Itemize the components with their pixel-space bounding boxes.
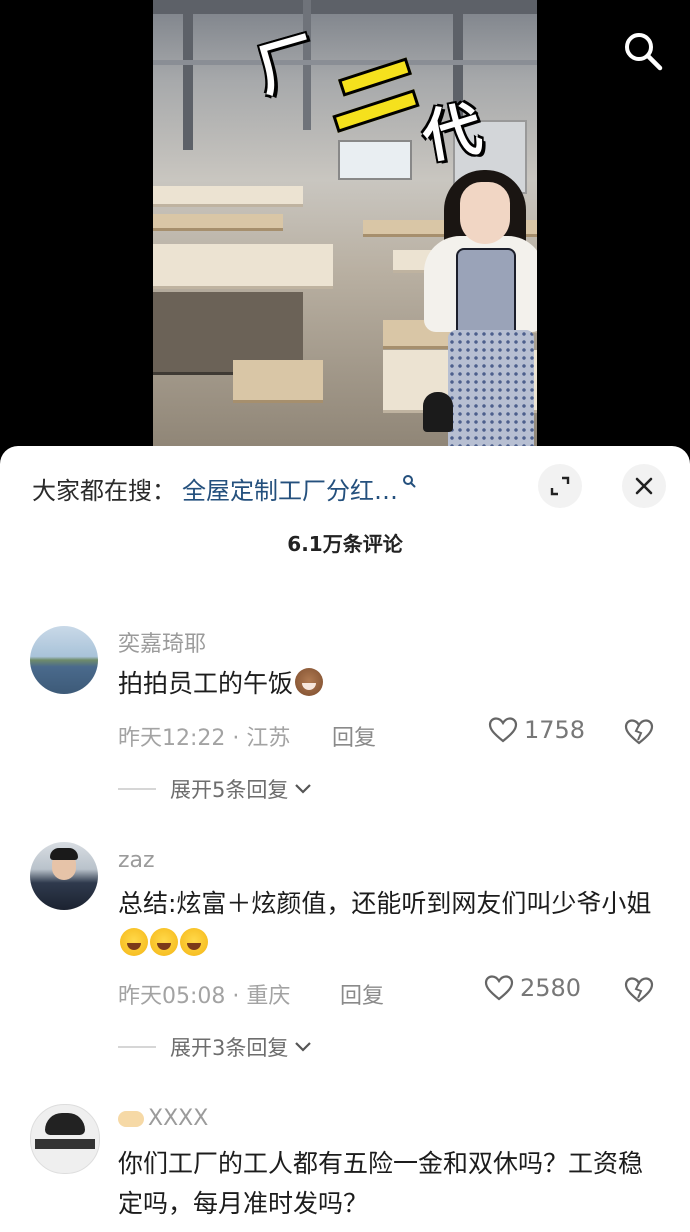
- heart-icon: [484, 975, 514, 1001]
- comment-item: XXXX 你们工厂的工人都有五险一金和双休吗？工资稳定吗，每月准时发吗？: [0, 1100, 690, 1232]
- comment-username[interactable]: 奕嘉琦耶: [118, 626, 206, 658]
- comment-username-text: XXXX: [148, 1106, 209, 1131]
- like-button[interactable]: 1758: [488, 716, 585, 744]
- search-icon: [625, 33, 663, 71]
- comment-meta: 昨天12:22 · 江苏: [118, 726, 291, 751]
- comment-sheet: 大家都在搜： 全屋定制工厂分红… 6.1万条评论 奕嘉琦耶 拍拍员工的午饭 昨天…: [0, 446, 690, 1232]
- comment-text-body: 拍拍员工的午饭: [118, 669, 294, 698]
- comment-text: 总结:炫富＋炫颜值，还能听到网友们叫少爷小姐: [118, 884, 658, 964]
- comment-item: zaz 总结:炫富＋炫颜值，还能听到网友们叫少爷小姐 昨天05:08 · 重庆 …: [0, 842, 690, 1082]
- overlay-char-3: 代: [417, 94, 487, 172]
- comment-meta: 昨天05:08 · 重庆: [118, 984, 291, 1009]
- comment-username[interactable]: zaz: [118, 848, 155, 873]
- video-player[interactable]: 厂 代: [0, 0, 690, 460]
- reply-button[interactable]: 回复: [340, 978, 384, 1010]
- comment-text-body: 总结:炫富＋炫颜值，还能听到网友们叫少爷小姐: [118, 889, 652, 918]
- comment-text: 拍拍员工的午饭: [118, 664, 658, 704]
- close-icon: [635, 477, 653, 495]
- expand-button[interactable]: [538, 464, 582, 508]
- like-button[interactable]: 2580: [484, 974, 581, 1002]
- joy-emoji-icon: [180, 928, 208, 956]
- avatar[interactable]: [30, 1104, 100, 1174]
- dislike-icon[interactable]: [624, 718, 654, 746]
- chevron-down-icon: [295, 784, 312, 794]
- video-frame: 厂 代: [153, 0, 537, 450]
- pout-emoji-icon: [295, 668, 324, 696]
- avatar[interactable]: [30, 626, 98, 694]
- reply-button[interactable]: 回复: [332, 720, 376, 752]
- joy-emoji-icon: [120, 928, 148, 956]
- chevron-down-icon: [295, 1042, 312, 1052]
- heart-icon: [488, 717, 518, 743]
- trending-search-prefix: 大家都在搜：: [32, 476, 176, 505]
- search-button[interactable]: [620, 28, 666, 74]
- like-count: 2580: [520, 974, 582, 1002]
- expand-replies[interactable]: 展开3条回复: [118, 1032, 312, 1062]
- badge-emoji-icon: [118, 1111, 144, 1127]
- search-icon: [403, 475, 416, 488]
- trending-search-keyword[interactable]: 全屋定制工厂分红…: [182, 471, 398, 506]
- expand-replies-label: 展开3条回复: [170, 1036, 289, 1060]
- expand-icon: [550, 476, 570, 496]
- overlay-char-1: 厂: [249, 24, 325, 106]
- dislike-icon[interactable]: [624, 976, 654, 1004]
- like-count: 1758: [524, 716, 586, 744]
- trending-search[interactable]: 大家都在搜： 全屋定制工厂分红…: [32, 468, 472, 508]
- comment-text: 你们工厂的工人都有五险一金和双休吗？工资稳定吗，每月准时发吗？: [118, 1149, 644, 1218]
- comment-count: 6.1万条评论: [287, 532, 403, 556]
- expand-replies-label: 展开5条回复: [170, 778, 289, 802]
- comment-item: 奕嘉琦耶 拍拍员工的午饭 昨天12:22 · 江苏 回复 1758 展开5条回复: [0, 620, 690, 820]
- comment-username[interactable]: XXXX: [118, 1106, 208, 1131]
- close-button[interactable]: [622, 464, 666, 508]
- expand-replies[interactable]: 展开5条回复: [118, 774, 312, 804]
- avatar[interactable]: [30, 842, 98, 910]
- joy-emoji-icon: [150, 928, 178, 956]
